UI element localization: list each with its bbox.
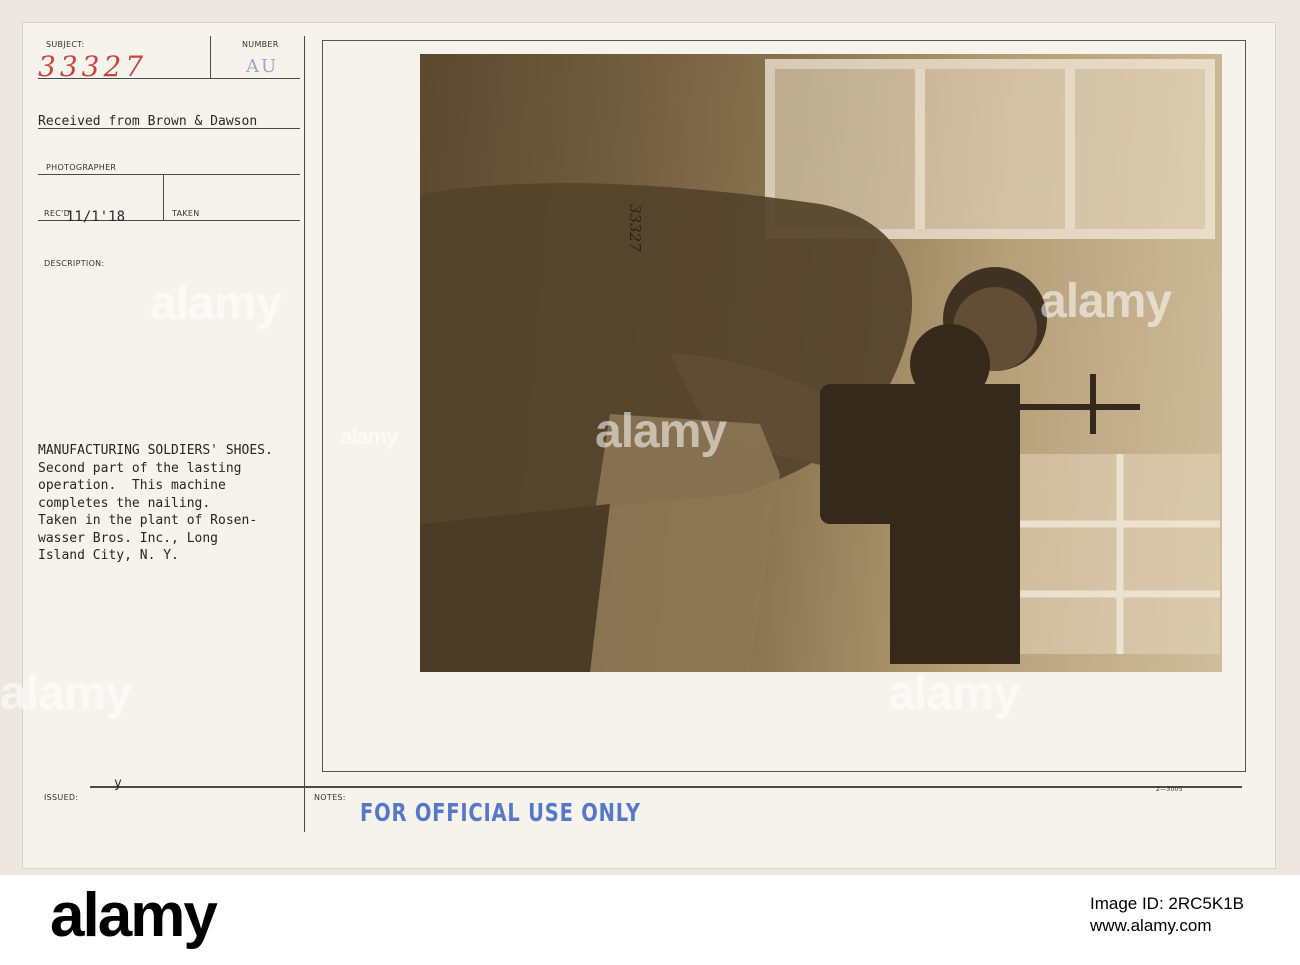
watermark: alamy (595, 405, 727, 458)
description-line: Island City, N. Y. (38, 548, 179, 563)
issued-mark: y (114, 776, 122, 791)
number-stamp: AU (246, 56, 279, 77)
footer-info: Image ID: 2RC5K1B www.alamy.com (1090, 893, 1244, 937)
photo-scene (420, 59, 1220, 672)
subject-number: 33327 (38, 50, 148, 83)
rule-photographer (38, 174, 300, 175)
rule-left-column (304, 36, 305, 832)
image-id: Image ID: 2RC5K1B (1089, 894, 1244, 913)
description-line: MANUFACTURING SOLDIERS' SHOES. (38, 443, 273, 458)
watermark: alamy (0, 667, 132, 720)
rule-bottom (90, 786, 1242, 788)
received-from: Received from Brown & Dawson (38, 114, 258, 129)
watermark: alamy (1040, 275, 1172, 328)
form-code: 2—3005 (1156, 786, 1183, 793)
watermark: alamy (150, 277, 282, 330)
photographer-label: PHOTOGRAPHER (46, 163, 117, 172)
photo-annotation: 33327 (626, 204, 644, 252)
taken-label: TAKEN (172, 209, 200, 218)
official-use-stamp: FOR OFFICIAL USE ONLY (360, 798, 641, 827)
description-line: operation. This machine (38, 478, 226, 493)
rule-recd-divider (163, 174, 164, 220)
description-line: wasser Bros. Inc., Long (38, 530, 219, 546)
window-glass (775, 69, 1205, 229)
description-line: Taken in the plant of Rosen- (38, 513, 258, 528)
description-line: completes the nailing. (38, 495, 211, 511)
recd-date: 11/1'18 (66, 209, 126, 225)
rule-subject-divider (210, 36, 211, 78)
factory-photograph: 33327 (420, 54, 1222, 672)
photo-matte: SUBJECT: NUMBER PHOTOGRAPHER REC'D TAKEN… (0, 0, 1300, 875)
description-text: MANUFACTURING SOLDIERS' SHOES. Second pa… (38, 442, 338, 565)
notes-label: NOTES: (314, 793, 346, 802)
alamy-logo: alamy (50, 881, 218, 950)
subject-label: SUBJECT: (46, 40, 85, 49)
watermark: alamy (888, 667, 1020, 720)
site-url[interactable]: www.alamy.com (1090, 915, 1244, 937)
number-label: NUMBER (242, 40, 279, 49)
issued-label: ISSUED: (44, 793, 79, 802)
description-label: DESCRIPTION: (44, 259, 105, 268)
description-line: Second part of the lasting (38, 460, 242, 476)
watermark: alamy (340, 424, 398, 449)
